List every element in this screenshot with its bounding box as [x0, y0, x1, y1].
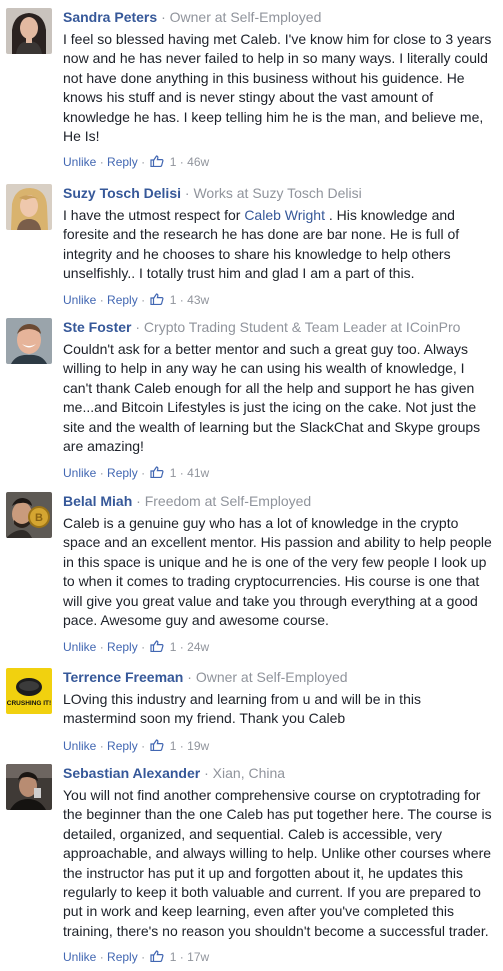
svg-text:B: B: [35, 512, 43, 524]
separator-dot: ·: [141, 155, 146, 170]
separator-dot: ·: [179, 738, 184, 753]
separator-dot: ·: [141, 466, 146, 481]
comment-time[interactable]: 46w: [187, 155, 209, 169]
reply-button[interactable]: Reply: [107, 640, 138, 654]
comment-text: Couldn't ask for a better mentor and suc…: [63, 341, 481, 455]
unlike-button[interactable]: Unlike: [63, 466, 96, 480]
commenter-role: Crypto Trading Student & Team Leader at …: [143, 319, 461, 335]
commenter-name[interactable]: Sandra Peters: [63, 9, 157, 25]
unlike-button[interactable]: Unlike: [63, 155, 96, 169]
separator-dot: ·: [179, 466, 184, 481]
separator-dot: ·: [179, 292, 184, 307]
unlike-button[interactable]: Unlike: [63, 293, 96, 307]
separator-dot: ·: [141, 292, 146, 307]
commenter-name[interactable]: Terrence Freeman: [63, 669, 183, 685]
commenter-name[interactable]: Sebastian Alexander: [63, 765, 200, 781]
comment-text: Caleb is a genuine guy who has a lot of …: [63, 515, 492, 629]
thumbs-up-icon: [150, 739, 164, 751]
like-count[interactable]: 1: [170, 155, 177, 169]
thumbs-up-icon: [150, 155, 164, 168]
comment-time[interactable]: 43w: [187, 293, 209, 307]
unlike-button[interactable]: Unlike: [63, 640, 96, 654]
reply-button[interactable]: Reply: [107, 293, 138, 307]
comment-text: I have the utmost respect for Caleb Wrig…: [63, 207, 460, 282]
thumbs-up-icon: [150, 950, 164, 963]
separator-dot: ·: [141, 738, 146, 753]
unlike-button[interactable]: Unlike: [63, 950, 96, 964]
separator-dot: ·: [179, 950, 184, 965]
reply-button[interactable]: Reply: [107, 466, 138, 480]
separator-dot: ·: [179, 155, 184, 170]
avatar[interactable]: [6, 764, 52, 810]
comment-text: I feel so blessed having met Caleb. I've…: [63, 31, 492, 145]
thumbs-up-icon: [150, 640, 164, 653]
separator-dot: ·: [141, 950, 146, 965]
reply-button[interactable]: Reply: [107, 950, 138, 964]
like-count[interactable]: 1: [170, 293, 177, 307]
comment-text: You will not find another comprehensive …: [63, 787, 492, 939]
comment-time[interactable]: 41w: [187, 466, 209, 480]
separator-dot: ·: [184, 185, 190, 201]
mention-link[interactable]: Caleb Wright: [244, 207, 325, 223]
like-count[interactable]: 1: [170, 466, 177, 480]
comment-text: LOving this industry and learning from u…: [63, 691, 421, 727]
commenter-role: Works at Suzy Tosch Delisi: [193, 185, 362, 201]
comment-time[interactable]: 17w: [187, 950, 209, 964]
like-count[interactable]: 1: [170, 950, 177, 964]
separator-dot: ·: [99, 155, 104, 170]
separator-dot: ·: [136, 493, 141, 509]
avatar[interactable]: CRUSHING IT!: [6, 668, 52, 714]
unlike-button[interactable]: Unlike: [63, 739, 96, 753]
separator-dot: ·: [135, 319, 141, 335]
commenter-role: Xian, China: [212, 765, 286, 781]
thumbs-up-icon: [150, 293, 164, 305]
commenter-role: Owner at Self-Employed: [195, 669, 348, 685]
separator-dot: ·: [204, 765, 209, 781]
avatar[interactable]: [6, 8, 52, 54]
separator-dot: ·: [99, 292, 104, 307]
commenter-role: Freedom at Self-Employed: [144, 493, 312, 509]
separator-dot: ·: [99, 738, 104, 753]
separator-dot: ·: [141, 640, 146, 655]
comment-time[interactable]: 24w: [187, 640, 209, 654]
separator-dot: ·: [179, 640, 184, 655]
separator-dot: ·: [187, 669, 192, 685]
avatar[interactable]: B: [6, 492, 52, 538]
thumbs-up-icon: [150, 466, 164, 479]
reply-button[interactable]: Reply: [107, 155, 138, 169]
commenter-name[interactable]: Belal Miah: [63, 493, 132, 509]
separator-dot: ·: [161, 9, 166, 25]
commenter-name[interactable]: Ste Foster: [63, 319, 131, 335]
crushing-it-avatar-text: CRUSHING IT!: [7, 700, 51, 707]
separator-dot: ·: [99, 466, 104, 481]
reply-button[interactable]: Reply: [107, 739, 138, 753]
avatar[interactable]: [6, 184, 52, 230]
like-count[interactable]: 1: [170, 640, 177, 654]
separator-dot: ·: [99, 950, 104, 965]
comment-time[interactable]: 19w: [187, 739, 209, 753]
avatar[interactable]: [6, 318, 52, 364]
commenter-name[interactable]: Suzy Tosch Delisi: [63, 185, 181, 201]
like-count[interactable]: 1: [170, 739, 177, 753]
commenter-role: Owner at Self-Employed: [169, 9, 322, 25]
separator-dot: ·: [99, 640, 104, 655]
